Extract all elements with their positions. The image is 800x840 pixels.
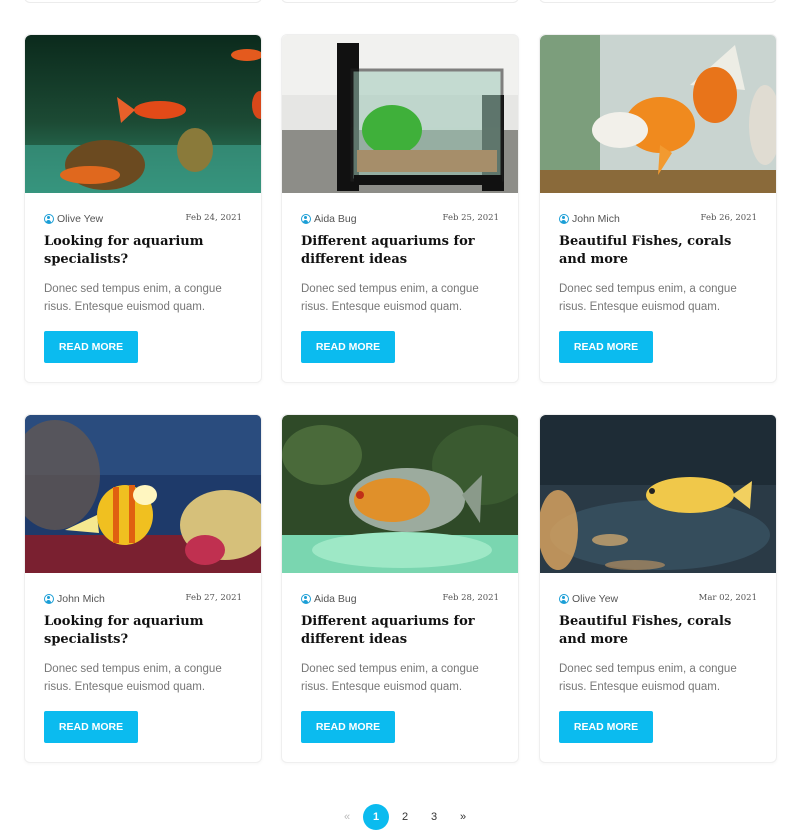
blog-card: Aida Bug Feb 28, 2021 Different aquarium… — [281, 414, 519, 763]
post-title[interactable]: Looking for aquarium specialists? — [44, 233, 244, 269]
post-date: Feb 24, 2021 — [185, 213, 242, 223]
read-more-button[interactable]: READ MORE — [559, 711, 653, 743]
post-title[interactable]: Beautiful Fishes, corals and more — [559, 613, 759, 649]
post-title[interactable]: Different aquariums for different ideas — [301, 613, 501, 649]
post-title[interactable]: Looking for aquarium specialists? — [44, 613, 244, 649]
author-name[interactable]: Olive Yew — [572, 593, 618, 605]
user-icon — [559, 594, 569, 604]
previous-card-bottom — [539, 0, 777, 3]
read-more-button[interactable]: READ MORE — [44, 711, 138, 743]
post-date: Feb 25, 2021 — [442, 213, 499, 223]
post-excerpt: Donec sed tempus enim, a congue risus. E… — [559, 663, 737, 693]
next-page-button[interactable]: » — [450, 804, 476, 830]
post-author[interactable]: John Mich — [559, 213, 620, 225]
author-name[interactable]: John Mich — [57, 593, 105, 605]
user-icon — [44, 214, 54, 224]
post-date: Feb 26, 2021 — [700, 213, 757, 223]
post-excerpt: Donec sed tempus enim, a congue risus. E… — [559, 283, 737, 313]
read-more-button[interactable]: READ MORE — [301, 331, 395, 363]
user-icon — [44, 594, 54, 604]
post-date: Feb 28, 2021 — [442, 593, 499, 603]
read-more-button[interactable]: READ MORE — [559, 331, 653, 363]
yellow-cichlid-image[interactable] — [540, 415, 776, 573]
post-excerpt: Donec sed tempus enim, a congue risus. E… — [301, 663, 479, 693]
author-name[interactable]: Olive Yew — [57, 213, 103, 225]
page-1-button[interactable]: 1 — [363, 804, 389, 830]
page-2-button[interactable]: 2 — [392, 804, 418, 830]
post-author[interactable]: Aida Bug — [301, 213, 357, 225]
post-excerpt: Donec sed tempus enim, a congue risus. E… — [44, 283, 222, 313]
blog-card: Olive Yew Mar 02, 2021 Beautiful Fishes,… — [539, 414, 777, 763]
page-3-button[interactable]: 3 — [421, 804, 447, 830]
user-icon — [559, 214, 569, 224]
small-aquarium-image[interactable] — [282, 35, 518, 193]
post-title[interactable]: Beautiful Fishes, corals and more — [559, 233, 759, 269]
previous-page-button[interactable]: « — [334, 804, 360, 830]
post-author[interactable]: John Mich — [44, 593, 105, 605]
post-date: Feb 27, 2021 — [185, 593, 242, 603]
author-name[interactable]: Aida Bug — [314, 593, 357, 605]
post-author[interactable]: Olive Yew — [559, 593, 618, 605]
post-title[interactable]: Different aquariums for different ideas — [301, 233, 501, 269]
post-excerpt: Donec sed tempus enim, a congue risus. E… — [44, 663, 222, 693]
pagination: « 1 2 3 » — [334, 804, 479, 830]
post-date: Mar 02, 2021 — [698, 593, 757, 603]
user-icon — [301, 214, 311, 224]
read-more-button[interactable]: READ MORE — [301, 711, 395, 743]
post-excerpt: Donec sed tempus enim, a congue risus. E… — [301, 283, 479, 313]
blog-card: John Mich Feb 26, 2021 Beautiful Fishes,… — [539, 34, 777, 383]
blog-card: Aida Bug Feb 25, 2021 Different aquarium… — [281, 34, 519, 383]
goldfish-tank-image[interactable] — [25, 35, 261, 193]
previous-card-bottom — [24, 0, 262, 3]
user-icon — [301, 594, 311, 604]
oscar-fish-image[interactable] — [282, 415, 518, 573]
blog-card: Olive Yew Feb 24, 2021 Looking for aquar… — [24, 34, 262, 383]
post-author[interactable]: Olive Yew — [44, 213, 103, 225]
previous-card-bottom — [281, 0, 519, 3]
butterflyfish-coral-image[interactable] — [25, 415, 261, 573]
goldfish-closeup-image[interactable] — [540, 35, 776, 193]
author-name[interactable]: John Mich — [572, 213, 620, 225]
post-author[interactable]: Aida Bug — [301, 593, 357, 605]
author-name[interactable]: Aida Bug — [314, 213, 357, 225]
read-more-button[interactable]: READ MORE — [44, 331, 138, 363]
blog-card: John Mich Feb 27, 2021 Looking for aquar… — [24, 414, 262, 763]
